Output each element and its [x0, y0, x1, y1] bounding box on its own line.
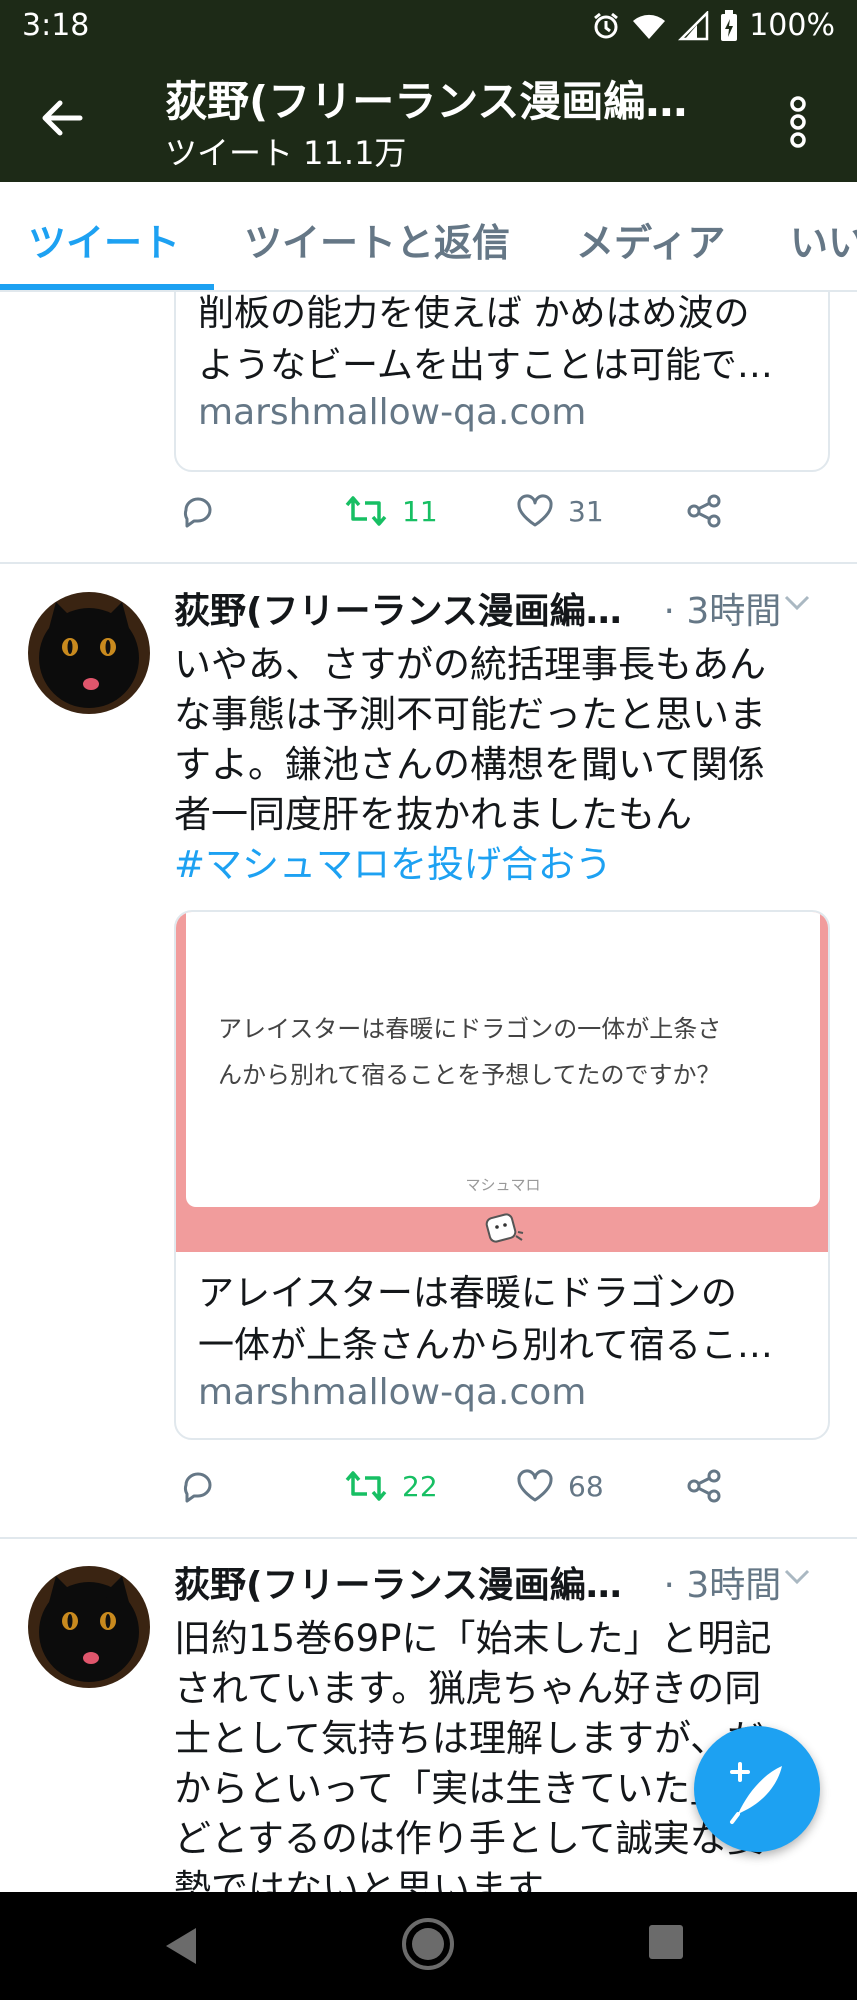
tweet-line: 旧約15巻69Pに「始末した」と明記	[174, 1617, 772, 1660]
tweet-time: · 3時間	[663, 591, 782, 632]
retweet-count: 11	[402, 494, 438, 528]
battery-icon	[719, 9, 739, 42]
retweet-button[interactable]: 22	[344, 1469, 438, 1503]
card-line: 削板の能力を使えば かめはめ波の	[198, 293, 750, 334]
question-line: んから別れて宿ることを予想してたのですか？	[218, 1061, 721, 1089]
tweet-count: ツイート 11.1万	[165, 134, 407, 172]
card-description: アレイスターは春暖にドラゴンの 一体が上条さんから別れて宿るこ…	[176, 1252, 828, 1372]
avatar[interactable]	[28, 1566, 150, 1688]
marshmallow-question-box: アレイスターは春暖にドラゴンの一体が上条さ んから別れて宿ることを予想してたので…	[186, 912, 820, 1207]
black-cat-avatar-icon	[28, 592, 150, 714]
back-arrow-icon	[42, 100, 83, 136]
card-line: アレイスターは春暖にドラゴンの	[198, 1273, 737, 1314]
tweet-text: いやあ、さすがの統括理事長もあん な事態は予測不可能だったと思いま すよ。鎌池さ…	[174, 640, 814, 890]
retweet-button[interactable]: 11	[344, 494, 438, 528]
alarm-icon	[591, 11, 621, 41]
black-cat-avatar-icon	[28, 1566, 150, 1688]
tweet-divider	[0, 562, 857, 564]
tweet-line: されています。猟虎ちゃん好きの同	[174, 1667, 762, 1710]
tweet-line: 勢ではないと思います	[174, 1867, 544, 1892]
more-vertical-icon	[790, 96, 806, 148]
retweet-icon	[345, 496, 387, 526]
retweet-icon	[345, 1471, 387, 1501]
tweet-line: すよ。鎌池さんの構想を聞いて関係	[174, 743, 765, 786]
share-button[interactable]	[686, 1469, 722, 1503]
tab-tweets-and-replies[interactable]: ツイートと返信	[244, 212, 510, 267]
profile-tabs: ツイート ツイートと返信 メディア いいね	[0, 182, 857, 292]
tweet-time: · 3時間	[663, 1565, 782, 1606]
author-name[interactable]: 荻野(フリーランス漫画編集者)	[174, 582, 644, 634]
like-count: 31	[568, 494, 604, 528]
share-button[interactable]	[686, 494, 722, 528]
reply-icon	[184, 497, 212, 528]
link-card[interactable]: アレイスターは春暖にドラゴンの一体が上条さ んから別れて宿ることを予想してたので…	[174, 910, 830, 1440]
nav-recents-button[interactable]	[646, 1922, 686, 1966]
tweet-feed[interactable]: 削板の能力を使えば かめはめ波の ようなビームを出すことは可能で… marshm…	[0, 292, 857, 1892]
cell-signal-icon	[677, 10, 709, 41]
card-image: アレイスターは春暖にドラゴンの一体が上条さ んから別れて宿ることを予想してたので…	[176, 912, 828, 1252]
status-bar: 3:18 100%	[0, 0, 857, 52]
marshmallow-logo-icon	[485, 1213, 524, 1243]
nav-back-button[interactable]	[160, 1918, 202, 1978]
chevron-down-icon	[784, 1569, 810, 1585]
wifi-icon	[631, 11, 667, 41]
tweet-menu-button[interactable]	[780, 586, 814, 629]
card-line: 一体が上条さんから別れて宿るこ…	[198, 1325, 773, 1366]
system-navigation-bar	[0, 1892, 857, 2000]
card-domain: marshmallow-qa.com	[198, 392, 587, 433]
tweet-line: 者一同度肝を抜かれましたもん	[174, 793, 692, 836]
page-title: 荻野(フリーランス漫画編集者)	[165, 77, 725, 126]
chevron-down-icon	[784, 595, 810, 611]
tweet-actions: 11 31	[174, 494, 734, 544]
author-name[interactable]: 荻野(フリーランス漫画編集者)	[174, 1556, 644, 1608]
card-description: 削板の能力を使えば かめはめ波の ようなビームを出すことは可能で…	[176, 292, 828, 392]
card-line: ようなビームを出すことは可能で…	[198, 345, 773, 386]
hashtag-link[interactable]: #マシュマロを投げ合おう	[174, 840, 814, 890]
back-button[interactable]	[36, 92, 88, 144]
reply-button[interactable]	[180, 494, 216, 528]
heart-icon	[517, 1469, 553, 1502]
battery-percent: 100%	[749, 8, 835, 43]
tweet-header: 荻野(フリーランス漫画編集者) · 3時間	[174, 582, 814, 632]
more-options-button[interactable]	[778, 92, 818, 152]
reply-button[interactable]	[180, 1469, 216, 1503]
nav-home-icon	[402, 1918, 454, 1970]
tweet-header: 荻野(フリーランス漫画編集者) · 3時間	[174, 1556, 814, 1606]
tweet-divider	[0, 1537, 857, 1539]
compose-feather-icon	[730, 1762, 782, 1824]
tweet-line: な事態は予測不可能だったと思いま	[174, 693, 766, 736]
tweet-line: いやあ、さすがの統括理事長もあん	[174, 643, 766, 686]
marshmallow-question: アレイスターは春暖にドラゴンの一体が上条さ んから別れて宿ることを予想してたので…	[218, 1006, 798, 1098]
avatar[interactable]	[28, 592, 150, 714]
tweet-actions: 22 68	[174, 1469, 734, 1519]
nav-recents-icon	[649, 1925, 683, 1959]
question-line: アレイスターは春暖にドラゴンの一体が上条さ	[218, 1015, 722, 1043]
link-card[interactable]: 削板の能力を使えば かめはめ波の ようなビームを出すことは可能で… marshm…	[174, 292, 830, 472]
nav-back-icon	[166, 1928, 196, 1964]
active-tab-indicator	[0, 284, 214, 290]
like-button[interactable]: 68	[516, 1469, 604, 1503]
like-count: 68	[568, 1469, 604, 1503]
share-icon	[687, 494, 721, 528]
compose-tweet-button[interactable]	[694, 1726, 820, 1852]
marshmallow-brand: マシュマロ	[465, 1176, 541, 1194]
profile-header: 荻野(フリーランス漫画編集者) ツイート 11.1万	[0, 52, 857, 182]
retweet-count: 22	[402, 1469, 438, 1503]
share-icon	[687, 1469, 721, 1503]
nav-home-button[interactable]	[398, 1914, 458, 1978]
heart-icon	[517, 494, 553, 527]
tweet-menu-button[interactable]	[780, 1560, 814, 1603]
tab-likes[interactable]: いいね	[790, 212, 857, 267]
reply-icon	[184, 1472, 212, 1503]
tab-media[interactable]: メディア	[576, 212, 725, 267]
tab-tweets[interactable]: ツイート	[28, 212, 180, 267]
card-domain: marshmallow-qa.com	[198, 1372, 587, 1413]
status-time: 3:18	[22, 8, 90, 43]
like-button[interactable]: 31	[516, 494, 604, 528]
